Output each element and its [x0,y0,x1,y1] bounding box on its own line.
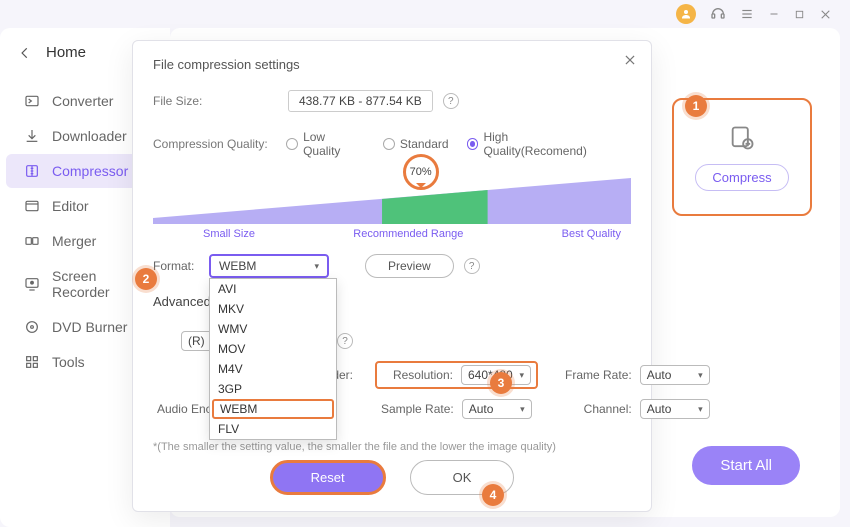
modal-title: File compression settings [153,57,631,72]
format-option-mov[interactable]: MOV [210,339,336,359]
downloader-icon [24,128,40,144]
close-icon[interactable] [819,8,832,21]
compress-settings-icon[interactable] [728,124,756,152]
format-option-avi[interactable]: AVI [210,279,336,299]
window-titlebar [658,0,850,28]
menu-icon[interactable] [740,7,754,21]
sample-rate-cell: Sample Rate: Auto▾ [381,399,532,419]
reset-button[interactable]: Reset [270,460,386,495]
modal-close-button[interactable] [623,53,637,67]
quality-label: Compression Quality: [153,137,286,151]
nav-label: Converter [52,93,113,109]
format-option-flv[interactable]: FLV [210,419,336,439]
format-option-wmv[interactable]: WMV [210,319,336,339]
quality-graph[interactable]: 70% Small Size Recommended Range Best Qu… [153,172,631,238]
help-icon[interactable]: ? [337,333,353,349]
channel-cell: Channel: Auto▾ [560,399,710,419]
step-badge-3: 3 [490,372,512,394]
converter-icon [24,93,40,109]
minimize-icon[interactable] [768,8,780,20]
maximize-icon[interactable] [794,9,805,20]
format-label: Format: [153,259,209,273]
label-recommended: Recommended Range [353,228,463,240]
back-icon[interactable] [18,46,32,60]
label-best-quality: Best Quality [562,228,631,240]
file-size-value[interactable]: 438.77 KB - 877.54 KB [288,90,433,112]
chevron-down-icon: ▾ [698,370,703,381]
file-size-row: File Size: 438.77 KB - 877.54 KB ? [153,90,631,112]
graph-labels: Small Size Recommended Range Best Qualit… [153,228,631,240]
footnote: *(The smaller the setting value, the sma… [153,441,631,453]
screen-recorder-icon [24,276,40,292]
help-icon[interactable]: ? [464,258,480,274]
nav-label: DVD Burner [52,319,127,335]
step-badge-1: 1 [685,95,707,117]
framerate-label: Frame Rate: [560,368,632,382]
radio-low-quality[interactable]: Low Quality [286,130,365,158]
framerate-select[interactable]: Auto▾ [640,365,710,385]
nav-label: Compressor [52,163,128,179]
chevron-down-icon: ▾ [519,370,524,381]
nav-label: Merger [52,233,96,249]
quality-row: Compression Quality: Low Quality Standar… [153,130,631,158]
channel-label: Channel: [560,402,632,416]
nav-label: Tools [52,354,85,370]
chevron-down-icon: ▾ [520,404,525,415]
resolution-label: Resolution: [381,368,453,382]
format-dropdown[interactable]: AVI MKV WMV MOV M4V 3GP WEBM FLV [209,278,337,440]
help-icon[interactable]: ? [443,93,459,109]
quality-percent-bubble[interactable]: 70% [403,154,439,190]
nav-label: Downloader [52,128,127,144]
sample-rate-label: Sample Rate: [381,402,454,416]
label-small-size: Small Size [153,228,255,240]
preview-button[interactable]: Preview [365,254,454,278]
radio-standard[interactable]: Standard [383,137,449,151]
framerate-cell: Frame Rate: Auto▾ [560,365,710,385]
format-option-webm[interactable]: WEBM [212,399,334,419]
compression-settings-modal: File compression settings File Size: 438… [132,40,652,512]
user-avatar[interactable] [676,4,696,24]
home-label: Home [46,44,86,61]
chevron-down-icon: ▾ [698,404,703,415]
editor-icon [24,198,40,214]
modal-actions: Reset OK [133,460,651,495]
format-option-mkv[interactable]: MKV [210,299,336,319]
sample-rate-select[interactable]: Auto▾ [462,399,532,419]
format-select[interactable]: WEBM ▾ [209,254,329,278]
step-badge-2: 2 [135,268,157,290]
compressor-icon [24,163,40,179]
support-icon[interactable] [710,6,726,22]
channel-select[interactable]: Auto▾ [640,399,710,419]
step-badge-4: 4 [482,484,504,506]
merger-icon [24,233,40,249]
nav-label: Editor [52,198,89,214]
format-row: Format: WEBM ▾ Preview ? AVI MKV WMV MOV… [153,254,631,278]
tools-icon [24,354,40,370]
format-value: WEBM [219,259,256,273]
radio-high-quality[interactable]: High Quality(Recomend) [467,130,613,158]
format-option-m4v[interactable]: M4V [210,359,336,379]
file-size-label: File Size: [153,94,288,108]
chevron-down-icon: ▾ [314,261,319,272]
format-option-3gp[interactable]: 3GP [210,379,336,399]
dvd-burner-icon [24,319,40,335]
start-all-button[interactable]: Start All [692,446,800,485]
compress-button[interactable]: Compress [695,164,788,191]
